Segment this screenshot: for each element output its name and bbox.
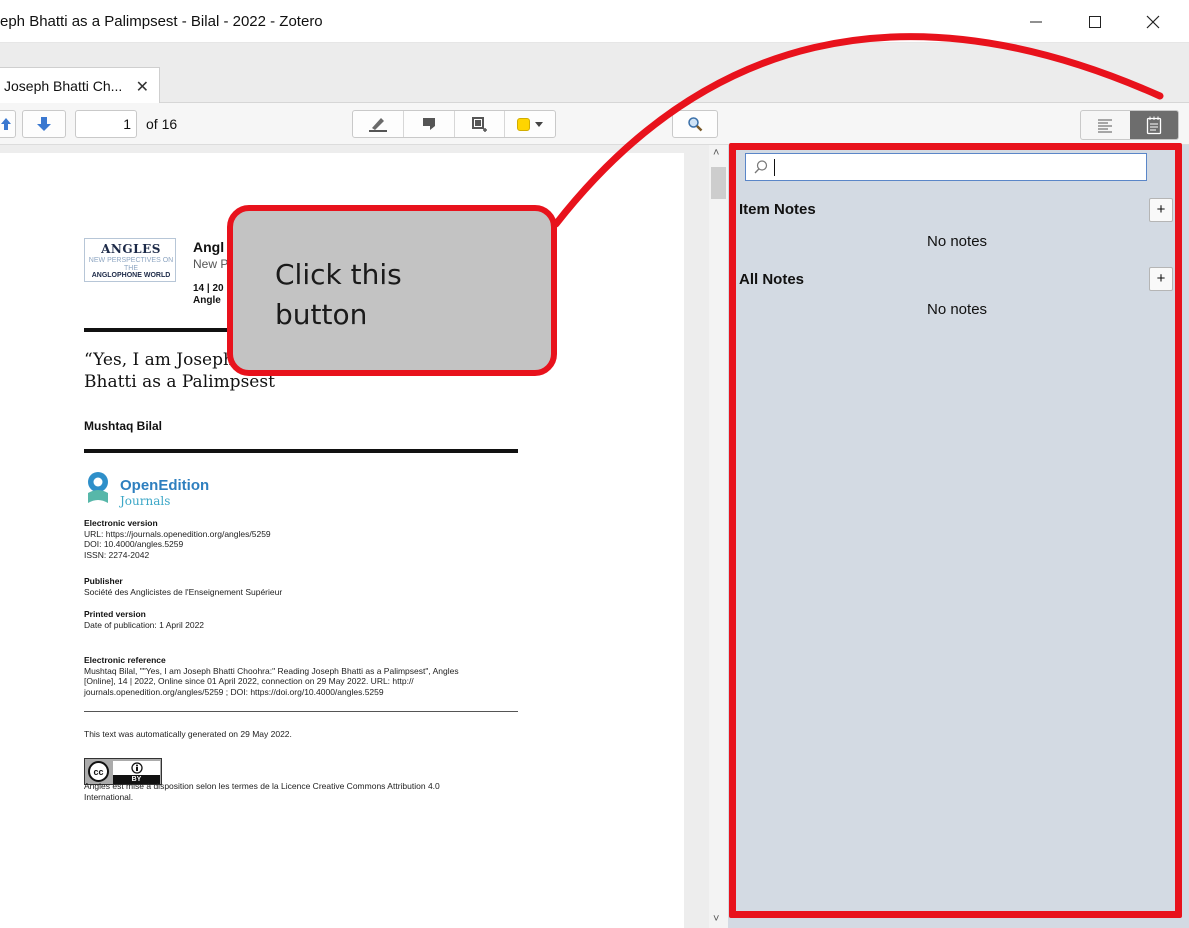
highlight-tool-button[interactable] bbox=[353, 111, 404, 137]
title-bar: eph Bhatti as a Palimpsest - Bilal - 202… bbox=[0, 0, 1189, 43]
openedition-name: OpenEdition bbox=[120, 477, 210, 494]
license-text: Angles est mise à disposition selon les … bbox=[84, 781, 440, 802]
journal-issue-line2: Angle bbox=[193, 295, 221, 306]
journal-issue: 14 | 20 bbox=[193, 283, 224, 294]
pdf-scrollbar[interactable]: ˄ ˅ bbox=[709, 145, 728, 928]
callout-line1: Click this bbox=[275, 258, 402, 291]
area-select-icon bbox=[472, 117, 488, 132]
context-pane-toggle-button[interactable] bbox=[1081, 111, 1130, 139]
page-count: of 16 bbox=[146, 116, 178, 132]
note-tool-button[interactable] bbox=[404, 111, 455, 137]
find-button[interactable] bbox=[672, 110, 718, 138]
color-picker-button[interactable] bbox=[505, 111, 555, 137]
window-title: eph Bhatti as a Palimpsest - Bilal - 202… bbox=[0, 13, 323, 30]
minimize-button[interactable] bbox=[1016, 8, 1056, 36]
journal-logo: ANGLES NEW PERSPECTIVES ON THE ANGLOPHON… bbox=[84, 238, 176, 282]
chevron-down-icon bbox=[534, 122, 543, 127]
journal-name: Angl bbox=[193, 239, 225, 255]
previous-page-button[interactable] bbox=[0, 110, 16, 138]
arrow-down-icon bbox=[37, 117, 51, 131]
scroll-down-icon[interactable]: ˅ bbox=[713, 913, 719, 925]
article-author: Mushtaq Bilal bbox=[84, 419, 163, 433]
sticky-note-icon bbox=[422, 118, 435, 130]
openedition-subtitle: Journals bbox=[120, 494, 171, 508]
electronic-reference: Electronic reference Mushtaq Bilal, ""Ye… bbox=[84, 655, 459, 697]
printed-version: Printed version Date of publication: 1 A… bbox=[84, 609, 205, 630]
search-icon bbox=[688, 117, 703, 132]
scroll-thumb[interactable] bbox=[711, 167, 726, 199]
page-number-input[interactable]: 1 bbox=[75, 110, 137, 138]
align-lines-icon bbox=[1098, 119, 1113, 133]
person-icon bbox=[130, 762, 143, 774]
notepad-icon bbox=[1146, 116, 1161, 135]
electronic-version: Electronic version URL: https://journals… bbox=[84, 518, 271, 560]
close-window-button[interactable] bbox=[1133, 8, 1173, 36]
zotero-window: eph Bhatti as a Palimpsest - Bilal - 202… bbox=[0, 0, 1189, 928]
minimize-icon bbox=[1030, 21, 1042, 23]
reader-tab[interactable]: Joseph Bhatti Ch... ✕ bbox=[0, 67, 160, 104]
tab-bar: Joseph Bhatti Ch... ✕ bbox=[0, 43, 1189, 104]
close-icon bbox=[1146, 15, 1160, 29]
divider bbox=[84, 711, 518, 712]
journal-subtitle: New P bbox=[193, 257, 229, 271]
maximize-button[interactable] bbox=[1075, 8, 1115, 36]
generated-note: This text was automatically generated on… bbox=[84, 729, 292, 739]
tab-label: Joseph Bhatti Ch... bbox=[4, 78, 123, 94]
scroll-up-icon[interactable]: ˄ bbox=[713, 147, 719, 159]
color-swatch bbox=[516, 117, 530, 131]
publisher-info: Publisher Société des Anglicistes de l'E… bbox=[84, 576, 283, 597]
divider bbox=[84, 449, 518, 453]
annotation-callout: Click this button bbox=[227, 205, 557, 376]
next-page-button[interactable] bbox=[22, 110, 66, 138]
callout-line2: button bbox=[275, 298, 368, 331]
annotation-highlight-box bbox=[729, 143, 1182, 918]
sidebar-toggle-group bbox=[1080, 110, 1179, 140]
tab-close-icon[interactable]: ✕ bbox=[136, 77, 149, 97]
openedition-logo-icon bbox=[88, 472, 108, 503]
reader-toolbar: 1 of 16 bbox=[0, 103, 1189, 145]
annotation-tools bbox=[352, 110, 556, 138]
notes-pane-toggle-button[interactable] bbox=[1129, 111, 1178, 139]
maximize-icon bbox=[1089, 16, 1101, 28]
highlighter-icon bbox=[368, 118, 387, 132]
arrow-up-icon bbox=[1, 118, 11, 130]
area-tool-button[interactable] bbox=[455, 111, 506, 137]
